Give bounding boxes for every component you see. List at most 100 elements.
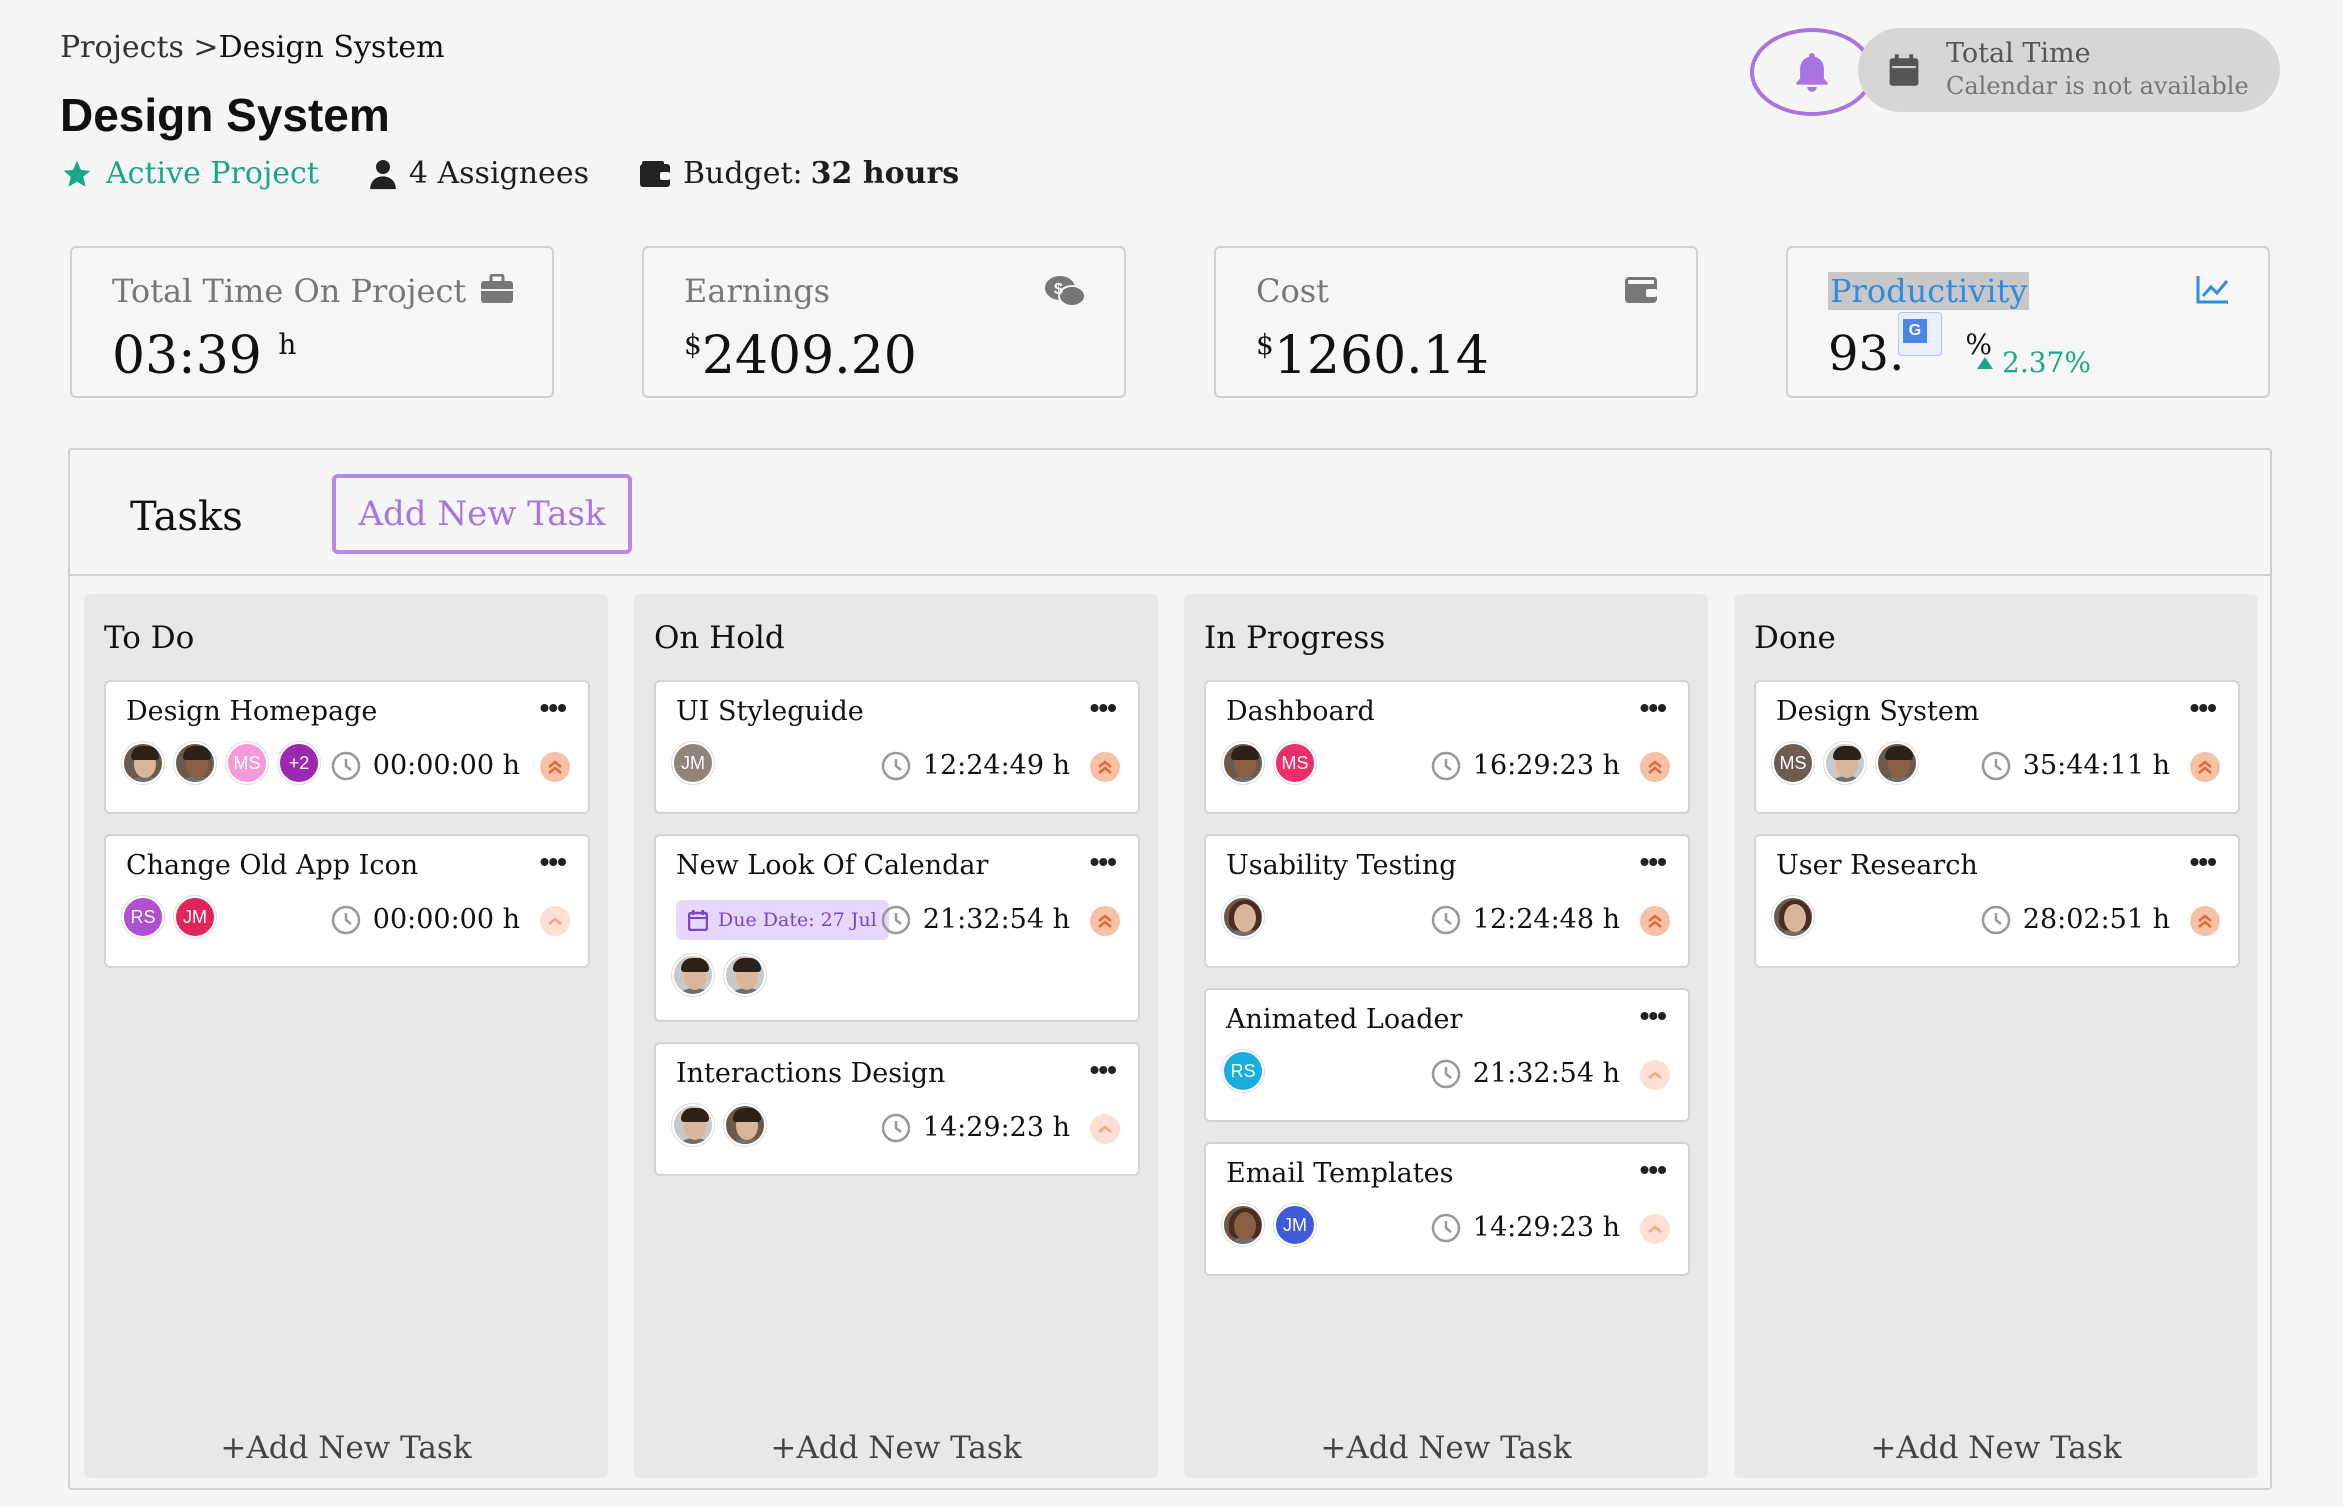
avatar[interactable]: RS [122,896,164,938]
task-time: 12:24:49 h [881,750,1070,781]
priority-high-icon [540,752,570,782]
avatar[interactable] [672,954,714,996]
priority-low-icon [1640,1214,1670,1244]
task-time: 35:44:11 h [1981,750,2170,781]
clock-icon [331,751,361,780]
avatar[interactable] [724,954,766,996]
column-todo: To Do Design Homepage ••• MS +2 00:00:00… [84,594,608,1478]
task-card[interactable]: Animated Loader ••• RS 21:32:54 h [1204,988,1690,1122]
task-title: Interactions Design [676,1058,946,1089]
project-budget: Budget: 32 hours [639,156,959,191]
tasks-panel: Tasks Add New Task To Do Design Homepage… [68,448,2272,1490]
clock-icon [881,1113,911,1142]
more-options-icon[interactable]: ••• [1640,1154,1667,1186]
more-options-icon[interactable]: ••• [540,846,567,878]
assignees-label: 4 Assignees [408,156,589,191]
more-options-icon[interactable]: ••• [2190,846,2217,878]
task-card[interactable]: User Research ••• 28:02:51 h [1754,834,2240,968]
stat-value: 03:39 h [112,326,297,386]
more-options-icon[interactable]: ••• [540,692,567,724]
task-card[interactable]: Change Old App Icon ••• RS JM 00:00:00 h [104,834,590,968]
more-options-icon[interactable]: ••• [1090,846,1117,878]
add-task-link[interactable]: +Add New Task [634,1430,1158,1466]
assignee-avatars: MS +2 [122,742,330,784]
stat-label: Earnings [684,272,831,310]
trend-value: 2.37% [2002,346,2091,379]
stat-cost: Cost $1260.14 [1214,246,1698,398]
task-card[interactable]: Design System ••• MS 35:44:11 h [1754,680,2240,814]
task-time: 14:29:23 h [1431,1212,1620,1243]
stat-productivity: Productivity 93.57% G 2.37% [1786,246,2270,398]
avatar[interactable] [1222,742,1264,784]
project-assignees: 4 Assignees [369,156,589,191]
budget-value: 32 hours [810,156,960,191]
assignee-avatars: MS [1222,742,1326,784]
task-card[interactable]: Dashboard ••• MS 16:29:23 h [1204,680,1690,814]
add-task-link[interactable]: +Add New Task [84,1430,608,1466]
more-options-icon[interactable]: ••• [2190,692,2217,724]
avatar[interactable]: RS [1222,1050,1264,1092]
avatar[interactable] [1222,896,1264,938]
assignee-avatars [672,954,776,996]
due-date-label: Due Date: 27 Jul [718,909,877,931]
avatar[interactable]: MS [1772,742,1814,784]
line-chart-icon [2196,276,2229,304]
avatar[interactable]: MS [1274,742,1316,784]
add-task-link[interactable]: +Add New Task [1734,1430,2258,1466]
notifications-button[interactable] [1750,28,1874,116]
avatar[interactable] [1772,896,1814,938]
more-options-icon[interactable]: ••• [1640,846,1667,878]
avatar[interactable]: MS [226,742,268,784]
task-title: UI Styleguide [676,696,864,727]
avatar[interactable]: JM [1274,1204,1316,1246]
column-in-progress: In Progress Dashboard ••• MS 16:29:23 h … [1184,594,1708,1478]
task-time: 00:00:00 h [331,750,520,781]
tasks-title: Tasks [130,494,243,540]
more-options-icon[interactable]: ••• [1090,1054,1117,1086]
translate-icon[interactable]: G [1898,312,1942,356]
task-time: 00:00:00 h [331,904,520,935]
triangle-up-icon [1977,356,1993,369]
task-title: Email Templates [1226,1158,1454,1189]
assignee-avatars [1772,896,1824,938]
breadcrumb-root[interactable]: Projects > [60,30,219,65]
total-time-title: Total Time [1946,38,2091,69]
more-options-icon[interactable]: ••• [1640,1000,1667,1032]
avatar[interactable] [1222,1204,1264,1246]
avatar[interactable] [1824,742,1866,784]
avatar[interactable]: JM [174,896,216,938]
task-card[interactable]: Interactions Design ••• 14:29:23 h [654,1042,1140,1176]
stat-value: $1260.14 [1256,326,1489,386]
task-card[interactable]: New Look Of Calendar ••• Due Date: 27 Ju… [654,834,1140,1022]
avatar[interactable] [724,1104,766,1146]
task-card[interactable]: UI Styleguide ••• JM 12:24:49 h [654,680,1140,814]
assignee-avatars: RS [1222,1050,1274,1092]
avatar[interactable] [122,742,164,784]
more-options-icon[interactable]: ••• [1090,692,1117,724]
task-title: Animated Loader [1226,1004,1463,1035]
page-title: Design System [60,89,390,141]
column-on-hold: On Hold UI Styleguide ••• JM 12:24:49 h … [634,594,1158,1478]
add-task-link[interactable]: +Add New Task [1184,1430,1708,1466]
total-time-subtitle: Calendar is not available [1946,72,2249,100]
total-time-pill[interactable]: Total Time Calendar is not available [1858,28,2280,112]
clock-icon [1431,905,1461,934]
stat-earnings: Earnings $ $2409.20 [642,246,1126,398]
avatar[interactable] [1876,742,1918,784]
avatar[interactable] [174,742,216,784]
task-title: Usability Testing [1226,850,1457,881]
task-card[interactable]: Usability Testing ••• 12:24:48 h [1204,834,1690,968]
avatar[interactable] [672,1104,714,1146]
stat-label: Total Time On Project [112,272,467,310]
task-card[interactable]: Design Homepage ••• MS +2 00:00:00 h [104,680,590,814]
priority-high-icon [2190,906,2220,936]
avatar[interactable]: JM [672,742,714,784]
wallet-icon [1625,277,1657,303]
assignee-avatars: RS JM [122,896,226,938]
task-card[interactable]: Email Templates ••• JM 14:29:23 h [1204,1142,1690,1276]
avatar-more[interactable]: +2 [278,742,320,784]
translate-g-icon: G [1903,319,1927,343]
more-options-icon[interactable]: ••• [1640,692,1667,724]
breadcrumb-current: Design System [218,30,445,65]
add-new-task-button[interactable]: Add New Task [332,474,632,554]
